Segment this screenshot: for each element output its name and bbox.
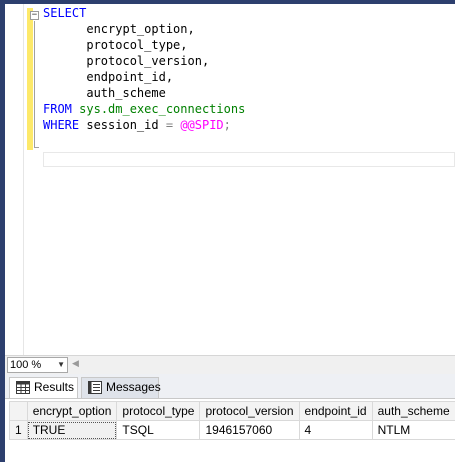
zoom-value: 100 % (10, 359, 42, 371)
results-grid-area: encrypt_option protocol_type protocol_ve… (5, 398, 455, 462)
col-header-protocol-version[interactable]: protocol_version (199, 401, 300, 421)
grid-header-row: encrypt_option protocol_type protocol_ve… (9, 401, 455, 421)
tab-messages-label: Messages (106, 380, 161, 394)
column-protocol-type: protocol_type, (86, 38, 188, 52)
editor-margin (5, 4, 22, 355)
collapse-minus-icon[interactable]: − (30, 11, 39, 20)
outline-fold-end (34, 147, 39, 148)
results-tab-strip: Results Messages (5, 374, 455, 398)
column-protocol-version: protocol_version, (86, 54, 210, 68)
col-header-endpoint-id[interactable]: endpoint_id (298, 401, 373, 421)
results-grid: encrypt_option protocol_type protocol_ve… (9, 401, 455, 440)
column-auth-scheme: auth_scheme (86, 86, 166, 100)
messages-icon (88, 381, 102, 394)
chevron-down-icon[interactable]: ▼ (57, 358, 65, 372)
query-editor[interactable]: − SELECT encrypt_option, protocol_type, … (5, 4, 455, 355)
zoom-dropdown[interactable]: 100 % ▼ (7, 357, 68, 373)
col-header-protocol-type[interactable]: protocol_type (116, 401, 201, 421)
table-row[interactable]: 1 TRUE TSQL 1946157060 4 NTLM (9, 420, 455, 440)
where-keyword: WHERE (43, 118, 80, 132)
where-column: session_id (86, 118, 159, 132)
margin-separator (23, 4, 24, 355)
cell-auth-scheme[interactable]: NTLM (371, 420, 455, 440)
statement-terminator: ; (223, 118, 231, 132)
cell-encrypt-option[interactable]: TRUE (26, 420, 118, 440)
col-header-encrypt-option[interactable]: encrypt_option (26, 401, 118, 421)
grid-icon (16, 381, 30, 394)
cell-endpoint-id[interactable]: 4 (298, 420, 373, 440)
col-header-auth-scheme[interactable]: auth_scheme (371, 401, 455, 421)
from-object: sys.dm_exec_connections (79, 102, 246, 116)
current-line-highlight (43, 152, 455, 167)
zoom-bar: 100 % ▼ ◀ (5, 355, 455, 374)
tab-results[interactable]: Results (9, 377, 78, 398)
tab-results-label: Results (34, 380, 75, 394)
column-endpoint-id: endpoint_id, (86, 70, 174, 84)
row-number[interactable]: 1 (9, 420, 28, 440)
select-keyword: SELECT (43, 6, 87, 20)
tab-messages[interactable]: Messages (81, 377, 161, 398)
outline-fold-line (34, 21, 35, 148)
column-encrypt-option: encrypt_option, (86, 22, 195, 36)
where-operator: = (165, 118, 174, 132)
sql-code[interactable]: SELECT encrypt_option, protocol_type, pr… (43, 5, 245, 133)
from-keyword: FROM (43, 102, 72, 116)
cell-protocol-version[interactable]: 1946157060 (199, 420, 300, 440)
grid-corner-cell[interactable] (9, 401, 28, 421)
change-tracking-bar (27, 8, 33, 150)
cell-protocol-type[interactable]: TSQL (116, 420, 201, 440)
scroll-left-arrow-icon[interactable]: ◀ (72, 358, 79, 369)
spid-function: @@SPID (180, 118, 224, 132)
